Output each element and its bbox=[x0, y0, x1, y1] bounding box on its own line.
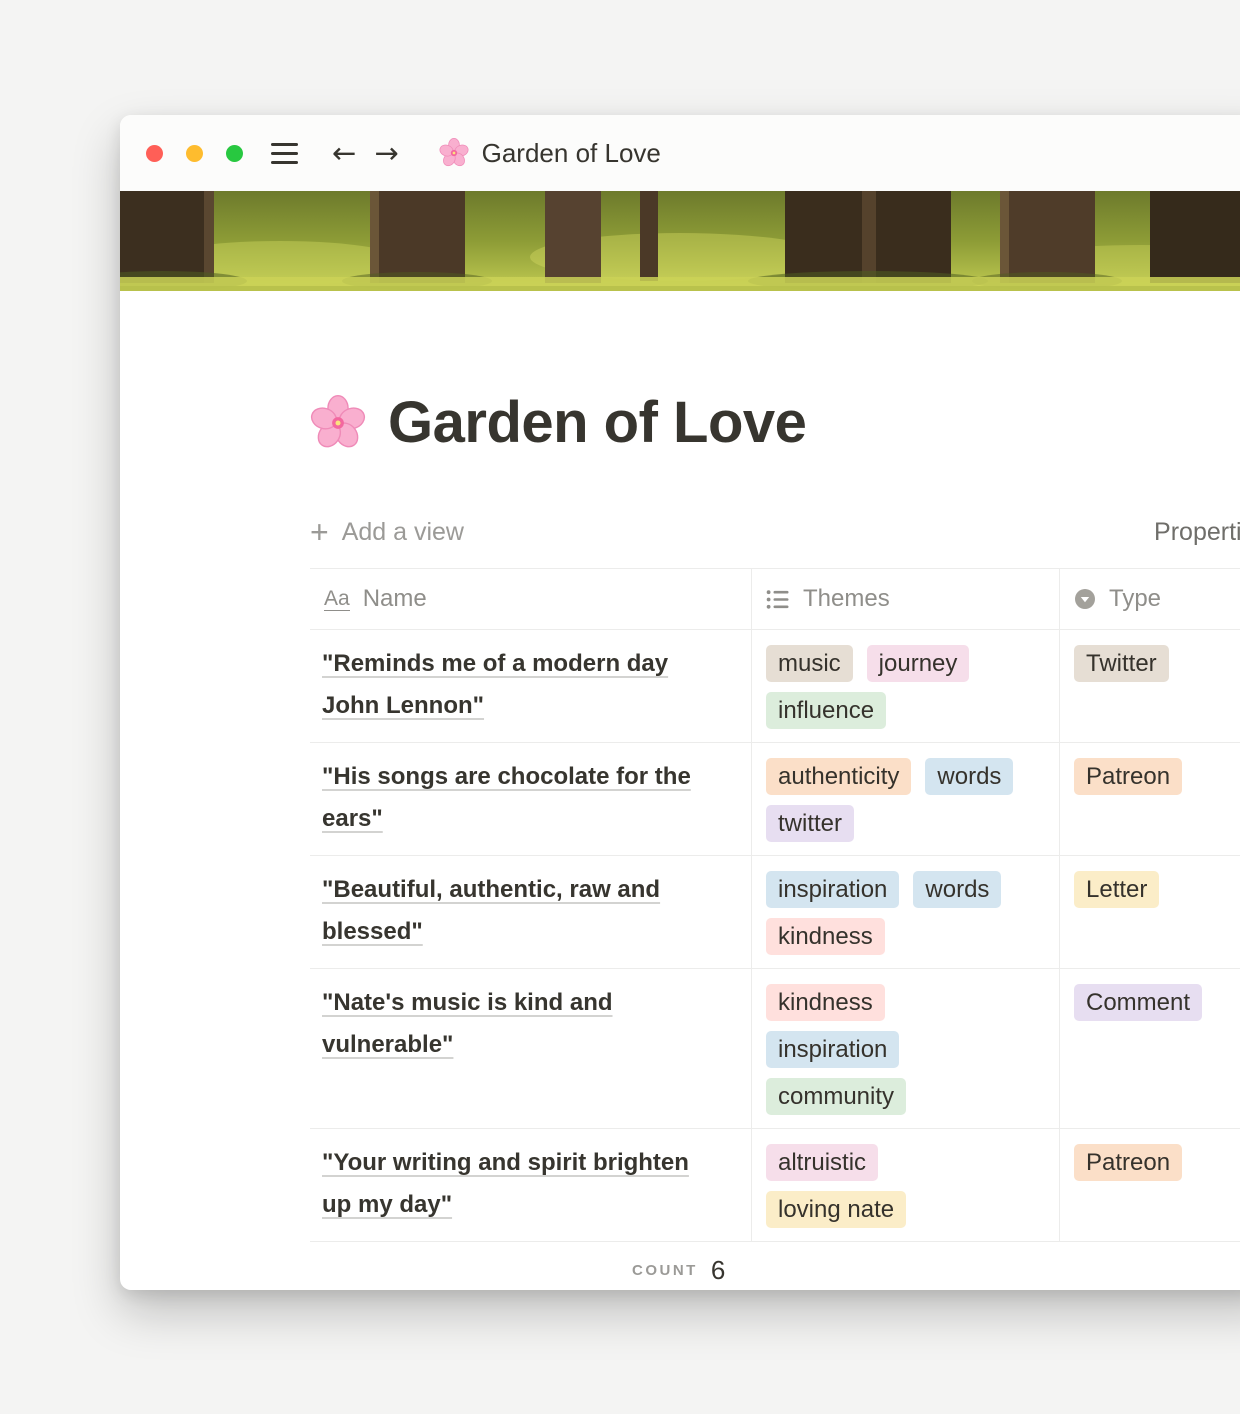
row-themes-cell[interactable]: inspiration words kindness bbox=[752, 856, 1060, 968]
table-body: "Reminds me of a modern day John Lennon"… bbox=[310, 630, 1240, 1242]
type-tag[interactable]: Patreon bbox=[1074, 1144, 1182, 1181]
theme-tags: altruistic loving nate bbox=[766, 1142, 1018, 1228]
type-tag-wrap: Twitter bbox=[1074, 643, 1240, 682]
row-name-cell[interactable]: "Reminds me of a modern day John Lennon" bbox=[310, 630, 752, 742]
row-name-wrap: "Reminds me of a modern day John Lennon" bbox=[322, 643, 724, 727]
column-header-name[interactable]: Aa Name bbox=[310, 569, 752, 629]
zoom-button[interactable] bbox=[226, 145, 243, 162]
table-row: "Nate's music is kind and vulnerable" kin… bbox=[310, 969, 1240, 1129]
page-emoji-icon[interactable] bbox=[310, 395, 366, 451]
column-label-name: Name bbox=[363, 585, 427, 613]
theme-tags: kindness inspiration community bbox=[766, 982, 1018, 1115]
row-type-cell[interactable]: Twitter bbox=[1060, 630, 1240, 742]
type-tag-wrap: Comment bbox=[1074, 982, 1240, 1021]
theme-tag[interactable]: authenticity bbox=[766, 758, 911, 795]
theme-tag[interactable]: loving nate bbox=[766, 1191, 906, 1228]
column-header-themes[interactable]: Themes bbox=[752, 569, 1060, 629]
row-name-wrap: "Beautiful, authentic, raw and blessed" bbox=[322, 869, 724, 953]
close-button[interactable] bbox=[146, 145, 163, 162]
page-header: Garden of Love bbox=[310, 389, 1240, 456]
minimize-button[interactable] bbox=[186, 145, 203, 162]
database-table: Aa Name Themes bbox=[310, 568, 1240, 1290]
row-type-cell[interactable]: Patreon bbox=[1060, 743, 1240, 855]
table-footer[interactable]: COUNT 6 bbox=[310, 1242, 1240, 1290]
cover-image[interactable] bbox=[120, 191, 1240, 291]
row-name-wrap: "Your writing and spirit brighten up my … bbox=[322, 1142, 724, 1226]
count-label: COUNT bbox=[632, 1262, 698, 1279]
row-title[interactable]: "His songs are chocolate for the ears" bbox=[322, 763, 691, 832]
theme-tag[interactable]: twitter bbox=[766, 805, 854, 842]
row-type-cell[interactable]: Letter bbox=[1060, 856, 1240, 968]
type-tag[interactable]: Comment bbox=[1074, 984, 1202, 1021]
menu-icon[interactable] bbox=[271, 143, 298, 164]
titlebar: ← → Garden of Love bbox=[120, 115, 1240, 191]
table-header: Aa Name Themes bbox=[310, 568, 1240, 630]
table-row: "His songs are chocolate for the ears" au… bbox=[310, 743, 1240, 856]
row-name-cell[interactable]: "His songs are chocolate for the ears" bbox=[310, 743, 752, 855]
row-name-cell[interactable]: "Your writing and spirit brighten up my … bbox=[310, 1129, 752, 1241]
column-header-type[interactable]: Type bbox=[1060, 569, 1240, 629]
column-label-type: Type bbox=[1109, 585, 1161, 613]
forward-icon[interactable]: → bbox=[374, 139, 398, 168]
row-title[interactable]: "Reminds me of a modern day John Lennon" bbox=[322, 650, 668, 719]
type-tag-wrap: Letter bbox=[1074, 869, 1240, 908]
row-title[interactable]: "Your writing and spirit brighten up my … bbox=[322, 1149, 689, 1218]
add-view-label: Add a view bbox=[342, 518, 464, 547]
row-name-wrap: "Nate's music is kind and vulnerable" bbox=[322, 982, 724, 1066]
traffic-lights bbox=[146, 145, 243, 162]
row-themes-cell[interactable]: authenticity words twitter bbox=[752, 743, 1060, 855]
row-title[interactable]: "Beautiful, authentic, raw and blessed" bbox=[322, 876, 660, 945]
page-title[interactable]: Garden of Love bbox=[388, 389, 806, 456]
theme-tags: authenticity words twitter bbox=[766, 756, 1018, 842]
theme-tag[interactable]: journey bbox=[867, 645, 970, 682]
type-tag-wrap: Patreon bbox=[1074, 756, 1240, 795]
theme-tag[interactable]: influence bbox=[766, 692, 886, 729]
theme-tag[interactable]: words bbox=[925, 758, 1013, 795]
theme-tag[interactable]: inspiration bbox=[766, 871, 899, 908]
type-tag[interactable]: Twitter bbox=[1074, 645, 1169, 682]
type-tag[interactable]: Letter bbox=[1074, 871, 1159, 908]
back-icon[interactable]: ← bbox=[332, 139, 356, 168]
plus-icon: + bbox=[310, 516, 329, 548]
table-row: "Your writing and spirit brighten up my … bbox=[310, 1129, 1240, 1242]
count-value: 6 bbox=[711, 1255, 725, 1286]
row-themes-cell[interactable]: kindness inspiration community bbox=[752, 969, 1060, 1128]
blossom-emoji-icon bbox=[439, 138, 469, 168]
row-themes-cell[interactable]: music journey influence bbox=[752, 630, 1060, 742]
theme-tag[interactable]: inspiration bbox=[766, 1031, 899, 1068]
row-type-cell[interactable]: Comment bbox=[1060, 969, 1240, 1128]
theme-tags: inspiration words kindness bbox=[766, 869, 1018, 955]
theme-tags: music journey influence bbox=[766, 643, 1018, 729]
theme-tag[interactable]: music bbox=[766, 645, 853, 682]
type-tag-wrap: Patreon bbox=[1074, 1142, 1240, 1181]
table-row: "Beautiful, authentic, raw and blessed" i… bbox=[310, 856, 1240, 969]
theme-tag[interactable]: altruistic bbox=[766, 1144, 878, 1181]
row-name-cell[interactable]: "Beautiful, authentic, raw and blessed" bbox=[310, 856, 752, 968]
properties-button[interactable]: Properties bbox=[1154, 518, 1240, 547]
row-name-wrap: "His songs are chocolate for the ears" bbox=[322, 756, 724, 840]
row-themes-cell[interactable]: altruistic loving nate bbox=[752, 1129, 1060, 1241]
view-toolbar: + Add a view Properties bbox=[310, 516, 1240, 548]
app-window: ← → Garden of Love bbox=[120, 115, 1240, 1290]
select-icon bbox=[1074, 588, 1096, 610]
title-property-icon: Aa bbox=[324, 587, 350, 611]
add-view-button[interactable]: + Add a view bbox=[310, 516, 464, 548]
page-content: Garden of Love + Add a view Properties A… bbox=[120, 389, 1240, 1290]
theme-tag[interactable]: words bbox=[913, 871, 1001, 908]
type-tag[interactable]: Patreon bbox=[1074, 758, 1182, 795]
list-icon bbox=[766, 589, 790, 610]
theme-tag[interactable]: community bbox=[766, 1078, 906, 1115]
column-label-themes: Themes bbox=[803, 585, 890, 613]
table-row: "Reminds me of a modern day John Lennon"… bbox=[310, 630, 1240, 743]
row-name-cell[interactable]: "Nate's music is kind and vulnerable" bbox=[310, 969, 752, 1128]
row-type-cell[interactable]: Patreon bbox=[1060, 1129, 1240, 1241]
row-title[interactable]: "Nate's music is kind and vulnerable" bbox=[322, 989, 613, 1058]
window-title: Garden of Love bbox=[482, 138, 661, 169]
theme-tag[interactable]: kindness bbox=[766, 984, 885, 1021]
theme-tag[interactable]: kindness bbox=[766, 918, 885, 955]
